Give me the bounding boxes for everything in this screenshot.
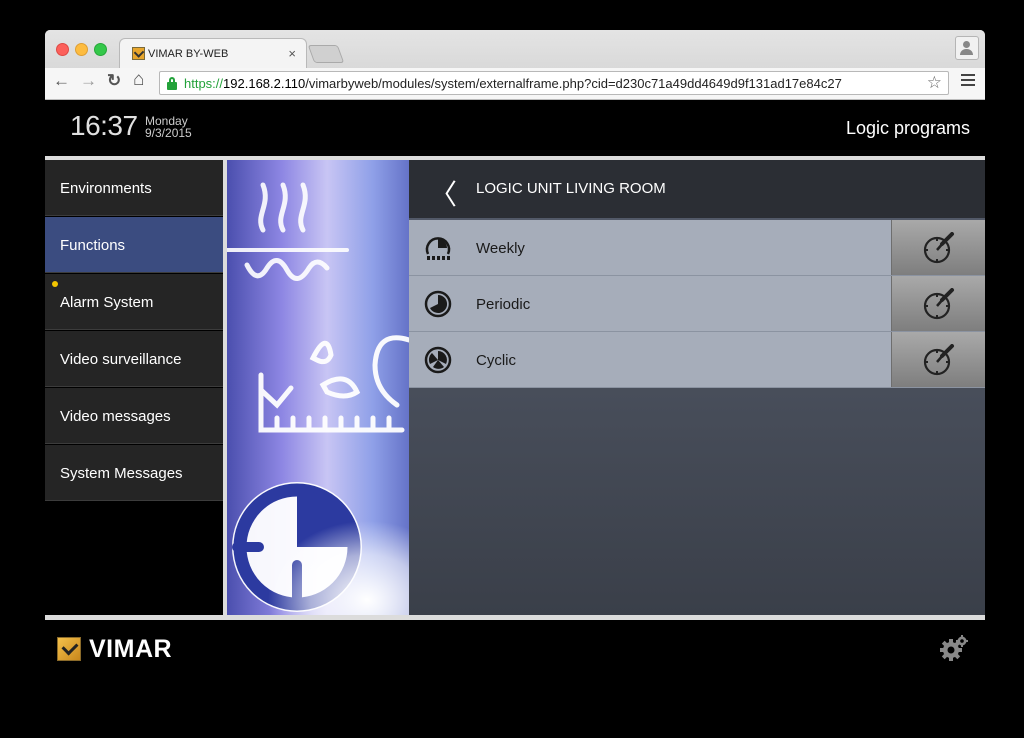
program-row-cyclic[interactable]: Cyclic bbox=[409, 332, 985, 388]
user-icon bbox=[963, 41, 970, 48]
clock-date: Monday 9/3/2015 bbox=[145, 115, 192, 139]
tab-title: VIMAR BY-WEB bbox=[148, 48, 229, 60]
sidebar-item-system-messages[interactable]: System Messages bbox=[45, 445, 223, 501]
back-chevron-icon[interactable]: 〈 bbox=[429, 173, 457, 213]
minimize-window-button[interactable] bbox=[75, 43, 88, 56]
lock-icon bbox=[167, 77, 177, 90]
periodic-program-icon bbox=[424, 290, 452, 318]
sidebar-item-label: Video surveillance bbox=[60, 351, 182, 368]
alert-indicator-icon bbox=[52, 281, 58, 287]
program-label: Weekly bbox=[476, 240, 525, 257]
vimar-logo-icon bbox=[57, 637, 81, 661]
edit-program-button[interactable] bbox=[891, 220, 985, 275]
sidebar-item-alarm-system[interactable]: Alarm System bbox=[45, 274, 223, 330]
vimar-app: 16:37 Monday 9/3/2015 Logic programs Envi… bbox=[45, 100, 985, 674]
logic-unit-panel: 〈 LOGIC UNIT LIVING ROOM Weekly Periodic… bbox=[409, 160, 985, 615]
tab-close-icon[interactable]: × bbox=[288, 46, 296, 61]
forward-arrow-icon[interactable]: → bbox=[80, 71, 97, 91]
functions-illustration bbox=[227, 160, 409, 615]
edit-schedule-icon bbox=[923, 232, 954, 264]
brand-name: VIMAR bbox=[89, 635, 173, 663]
program-label: Cyclic bbox=[476, 352, 516, 369]
back-arrow-icon[interactable]: ← bbox=[53, 71, 70, 91]
panel-header: 〈 LOGIC UNIT LIVING ROOM bbox=[409, 160, 985, 218]
profile-button[interactable] bbox=[955, 36, 979, 60]
edit-schedule-icon bbox=[923, 288, 954, 320]
tab-strip: VIMAR BY-WEB × bbox=[45, 30, 985, 69]
sidebar-item-label: Functions bbox=[60, 237, 126, 254]
home-icon[interactable]: ⌂ bbox=[133, 69, 144, 91]
new-tab-button[interactable] bbox=[307, 45, 345, 63]
sidebar-item-label: Environments bbox=[60, 180, 152, 197]
program-label: Periodic bbox=[476, 296, 531, 313]
browser-chrome: VIMAR BY-WEB × ← → ↻ ⌂ https://192.168.2… bbox=[45, 30, 985, 100]
app-header: 16:37 Monday 9/3/2015 Logic programs bbox=[45, 100, 985, 156]
sidebar-item-functions[interactable]: Functions bbox=[45, 217, 223, 273]
browser-tab[interactable]: VIMAR BY-WEB × bbox=[119, 38, 307, 69]
program-row-weekly[interactable]: Weekly bbox=[409, 220, 985, 276]
cyclic-program-icon bbox=[424, 346, 452, 374]
edit-program-button[interactable] bbox=[891, 276, 985, 331]
page-title: Logic programs bbox=[845, 118, 970, 138]
browser-menu-icon[interactable] bbox=[961, 74, 975, 89]
sidebar-item-environments[interactable]: Environments bbox=[45, 160, 223, 216]
vimar-favicon-icon bbox=[132, 47, 145, 60]
sidebar-item-video-messages[interactable]: Video messages bbox=[45, 388, 223, 444]
close-window-button[interactable] bbox=[56, 43, 69, 56]
heating-icon bbox=[227, 182, 349, 281]
sidebar-item-label: System Messages bbox=[60, 465, 183, 482]
clock-time: 16:37 bbox=[70, 110, 138, 141]
edit-program-button[interactable] bbox=[891, 332, 985, 387]
settings-gear-icon[interactable] bbox=[939, 634, 969, 662]
irrigation-icon bbox=[258, 335, 409, 433]
address-bar[interactable]: https://192.168.2.110/vimarbyweb/modules… bbox=[159, 71, 949, 95]
reload-icon[interactable]: ↻ bbox=[107, 71, 121, 91]
edit-schedule-icon bbox=[923, 344, 954, 376]
url-text: https://192.168.2.110/vimarbyweb/modules… bbox=[184, 76, 842, 91]
date: 9/3/2015 bbox=[145, 126, 192, 140]
app-footer: VIMAR bbox=[45, 620, 985, 674]
logic-unit-title: LOGIC UNIT LIVING ROOM bbox=[476, 180, 666, 197]
sidebar-item-video-surveillance[interactable]: Video surveillance bbox=[45, 331, 223, 387]
browser-window: VIMAR BY-WEB × ← → ↻ ⌂ https://192.168.2… bbox=[45, 30, 985, 674]
browser-toolbar: ← → ↻ ⌂ https://192.168.2.110/vimarbyweb… bbox=[45, 68, 985, 100]
maximize-window-button[interactable] bbox=[94, 43, 107, 56]
sidebar-item-label: Video messages bbox=[60, 408, 171, 425]
bookmark-star-icon[interactable]: ☆ bbox=[927, 73, 942, 93]
sidebar: Environments Functions Alarm System Vide… bbox=[45, 160, 223, 615]
sidebar-item-label: Alarm System bbox=[60, 294, 154, 311]
weekly-program-icon bbox=[425, 237, 451, 260]
program-row-periodic[interactable]: Periodic bbox=[409, 276, 985, 332]
